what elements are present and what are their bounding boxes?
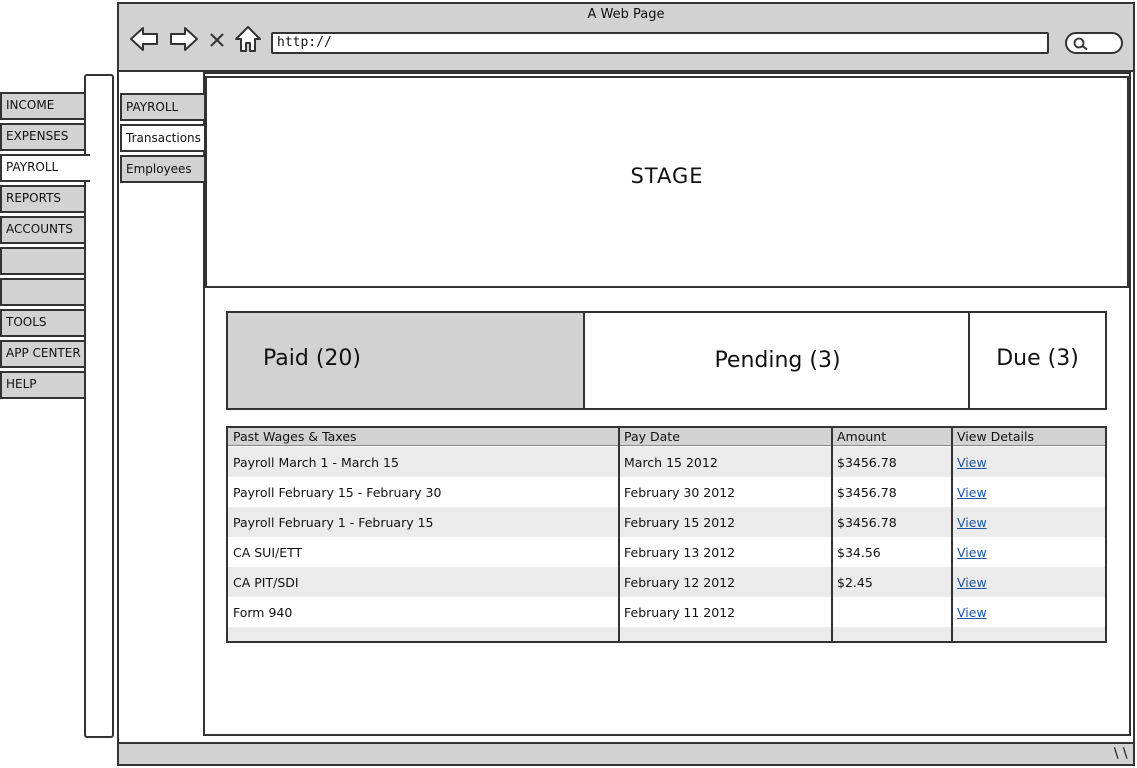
search-box[interactable] [1065,32,1123,54]
sub-nav-label: Employees [126,162,192,176]
column-divider [618,428,620,641]
table-cell: CA PIT/SDI [233,574,299,590]
column-header[interactable]: Past Wages & Taxes [228,428,619,445]
outer-nav-label: APP CENTER [6,346,81,360]
table-row: Payroll March 1 - March 15 March 15 2012… [228,447,1105,477]
table-cell: $34.56 [837,544,881,560]
sub-nav-item-transactions[interactable]: Transactions [120,124,206,152]
view-cell: View [952,477,1105,507]
outer-nav-item-blank-1[interactable] [0,247,86,275]
outer-nav-label: REPORTS [6,191,62,205]
view-cell: View [952,537,1105,567]
outer-nav: INCOME EXPENSES PAYROLL REPORTS ACCOUNTS… [0,92,90,402]
table-cell: February 11 2012 [624,604,736,620]
column-divider [831,428,833,641]
view-link[interactable]: View [957,605,987,620]
outer-nav-label: INCOME [6,98,55,112]
table-cell: Form 940 [233,604,293,620]
transactions-table: Past Wages & Taxes Pay Date Amount View … [226,426,1107,643]
table-row: Payroll February 15 - February 30 Februa… [228,477,1105,507]
table-row: Payroll February 1 - February 15 Februar… [228,507,1105,537]
outer-nav-label: ACCOUNTS [6,222,73,236]
outer-nav-label: EXPENSES [6,129,69,143]
stage-label: STAGE [630,164,704,188]
table-cell: CA SUI/ETT [233,544,303,560]
outer-nav-label: PAYROLL [6,160,59,174]
table-cell: February 30 2012 [624,484,736,500]
table-row [228,627,1105,641]
outer-nav-item-app-center[interactable]: APP CENTER [0,340,86,368]
forward-arrow-icon[interactable] [169,24,199,54]
column-header[interactable]: View Details [952,428,1105,445]
outer-nav-item-expenses[interactable]: EXPENSES [0,123,86,151]
home-icon[interactable] [233,24,263,54]
view-cell: View [952,597,1105,627]
outer-nav-label: HELP [6,377,37,391]
view-link[interactable]: View [957,515,987,530]
table-row: CA PIT/SDI February 12 2012 $2.45 View [228,567,1105,597]
window-title: A Web Page [587,7,665,22]
status-tabs: Paid (20) Pending (3) Due (3) [226,311,1107,410]
tab-due-label: Due (3) [996,346,1079,371]
resize-grip-icon[interactable]: ∖∖ [1111,746,1129,762]
close-icon[interactable] [207,24,227,54]
tab-paid-label: Paid (20) [263,346,361,371]
table-header-row: Past Wages & Taxes Pay Date Amount View … [228,428,1105,446]
sub-nav-label: Transactions [126,131,201,145]
view-link[interactable]: View [957,455,987,470]
table-cell: Payroll March 1 - March 15 [233,454,399,470]
tab-pending-label: Pending (3) [714,348,841,373]
table-cell [832,597,952,627]
column-header[interactable]: Pay Date [619,428,832,445]
outer-nav-item-income[interactable]: INCOME [0,92,86,120]
table-cell: $3456.78 [837,514,897,530]
table-row: CA SUI/ETT February 13 2012 $34.56 View [228,537,1105,567]
sub-nav-item-payroll[interactable]: PAYROLL [120,93,206,121]
tab-pending[interactable]: Pending (3) [585,313,970,408]
outer-nav-item-payroll[interactable]: PAYROLL [0,154,90,182]
view-link[interactable]: View [957,575,987,590]
column-header[interactable]: Amount [832,428,952,445]
sub-nav: PAYROLL Transactions Employees [120,93,206,186]
tab-due[interactable]: Due (3) [968,313,1105,408]
table-cell: Payroll February 15 - February 30 [233,484,442,500]
view-cell: View [952,447,1105,477]
outer-nav-item-help[interactable]: HELP [0,371,86,399]
sub-nav-label: PAYROLL [126,100,179,114]
outer-nav-label: TOOLS [6,315,47,329]
column-divider [951,428,953,641]
view-cell: View [952,567,1105,597]
url-input[interactable]: http:// [271,32,1049,54]
table-cell: February 12 2012 [624,574,736,590]
browser-toolbar: A Web Page http:// [119,4,1133,72]
view-link[interactable]: View [957,485,987,500]
table-cell: February 15 2012 [624,514,736,530]
tab-paid[interactable]: Paid (20) [228,313,585,408]
table-cell: $3456.78 [837,484,897,500]
table-cell: $2.45 [837,574,873,590]
view-cell: View [952,507,1105,537]
table-cell: March 15 2012 [624,454,718,470]
table-cell: Payroll February 1 - February 15 [233,514,434,530]
view-link[interactable]: View [957,545,987,560]
stage-area: STAGE [205,76,1129,288]
outer-nav-item-reports[interactable]: REPORTS [0,185,86,213]
outer-nav-item-accounts[interactable]: ACCOUNTS [0,216,86,244]
table-cell: $3456.78 [837,454,897,470]
search-icon [1073,37,1088,51]
table-cell: February 13 2012 [624,544,736,560]
sub-nav-item-employees[interactable]: Employees [120,155,206,183]
outer-nav-item-blank-2[interactable] [0,278,86,306]
back-arrow-icon[interactable] [129,24,159,54]
table-row: Form 940 February 11 2012 View [228,597,1105,627]
outer-nav-item-tools[interactable]: TOOLS [0,309,86,337]
status-bar: ∖∖ [119,742,1133,764]
